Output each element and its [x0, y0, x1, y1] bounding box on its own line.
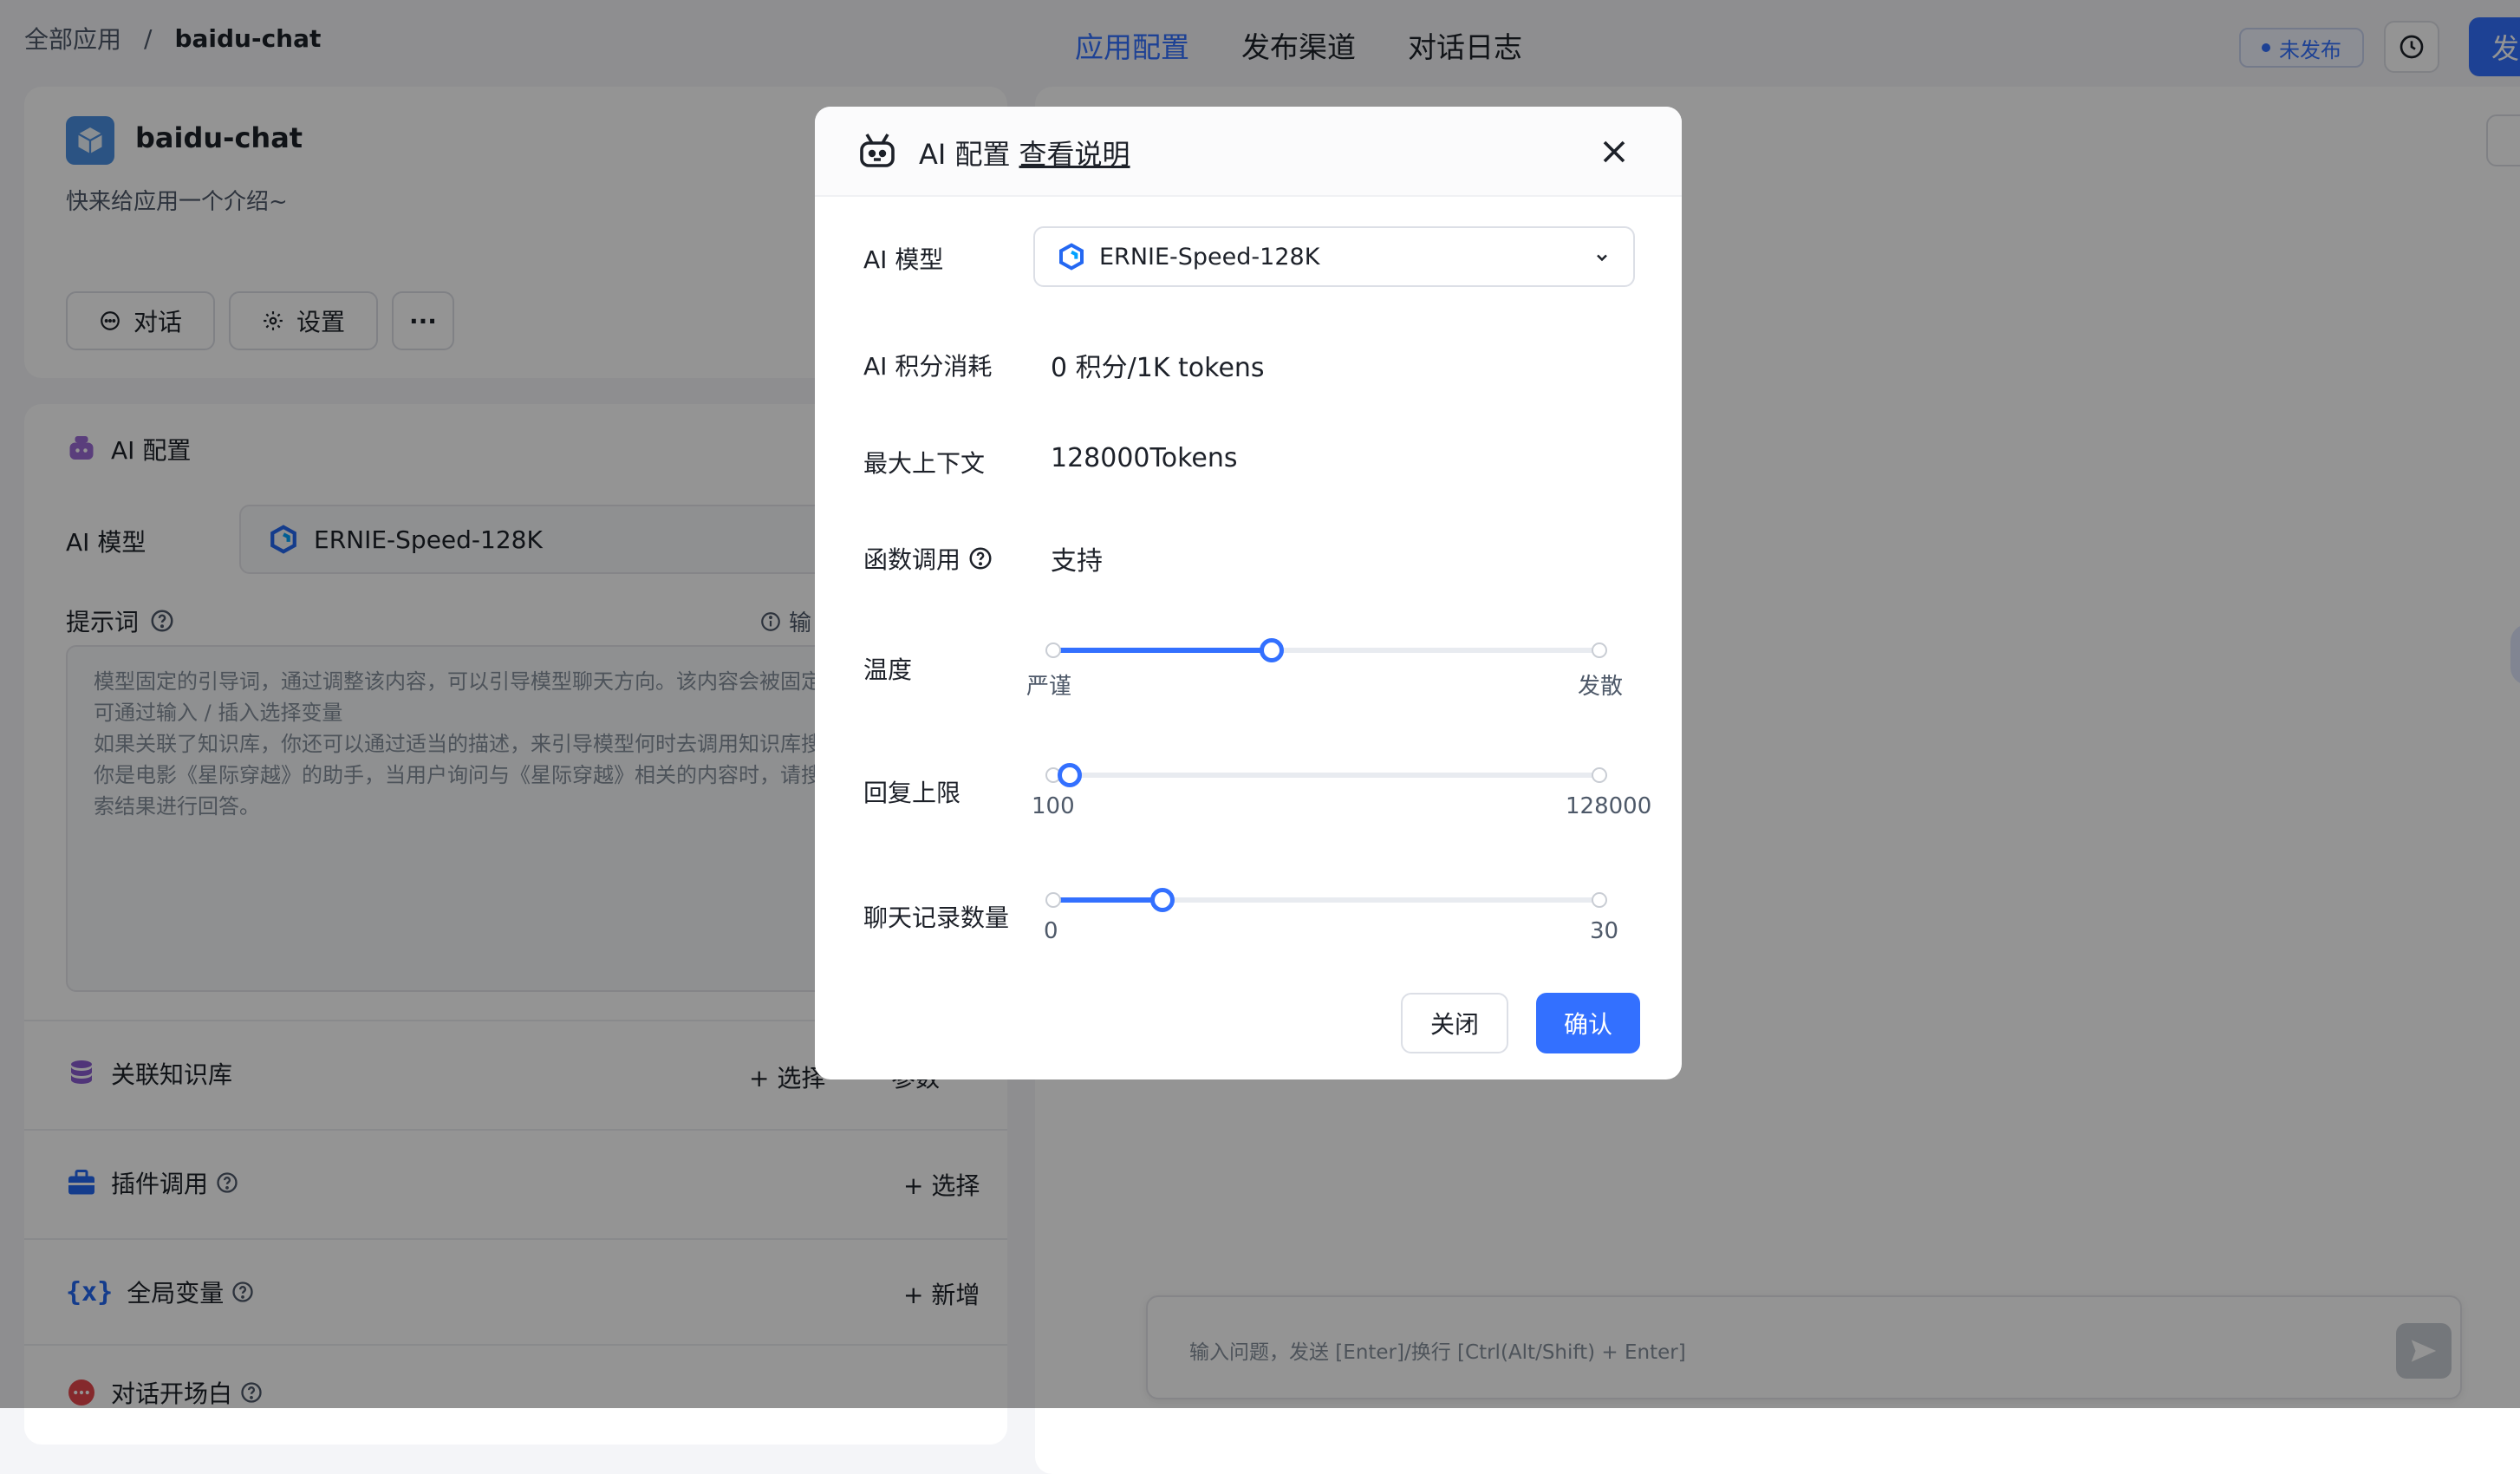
view-docs-link[interactable]: 查看说明 — [1019, 138, 1130, 171]
points-label: AI 积分消耗 — [863, 352, 993, 381]
robot-outline-icon — [856, 129, 898, 171]
modal-title-text: AI 配置 — [919, 138, 1011, 171]
function-call-label-row: 函数调用 — [863, 541, 993, 576]
temperature-slider[interactable] — [1045, 637, 1607, 663]
ai-config-modal: AI 配置 查看说明 AI 模型 ERNIE-Speed-128K AI 积分消耗… — [815, 107, 1682, 1079]
context-value: 128000Tokens — [1051, 443, 1238, 473]
slider-max-dot — [1592, 767, 1607, 783]
modal-confirm-button[interactable]: 确认 — [1536, 993, 1640, 1053]
history-min-label: 0 — [1044, 918, 1058, 944]
modal-model-select[interactable]: ERNIE-Speed-128K — [1033, 226, 1635, 287]
modal-model-label: AI 模型 — [863, 245, 944, 274]
modal-confirm-button-label: 确认 — [1563, 1010, 1612, 1039]
slider-fill — [1053, 897, 1162, 903]
temperature-min-label: 严谨 — [1026, 674, 1072, 700]
slider-max-dot — [1592, 642, 1607, 658]
question-circle-icon[interactable] — [967, 545, 993, 571]
slider-thumb[interactable] — [1260, 638, 1284, 662]
temperature-label: 温度 — [863, 655, 913, 684]
modal-close-button[interactable]: 关闭 — [1401, 993, 1508, 1053]
slider-max-dot — [1592, 892, 1607, 908]
max-reply-min-label: 100 — [1032, 793, 1075, 819]
slider-fill — [1053, 648, 1272, 653]
function-call-value: 支持 — [1051, 546, 1103, 577]
max-reply-slider[interactable] — [1045, 762, 1607, 788]
max-reply-max-label: 128000 — [1566, 793, 1652, 819]
points-value: 0 积分/1K tokens — [1051, 353, 1265, 383]
close-icon[interactable] — [1595, 133, 1633, 171]
chevron-down-icon — [1593, 249, 1611, 266]
temperature-max-label: 发散 — [1578, 674, 1624, 700]
modal-model-value: ERNIE-Speed-128K — [1099, 243, 1320, 271]
slider-thumb[interactable] — [1058, 763, 1082, 787]
slider-thumb[interactable] — [1150, 888, 1175, 912]
history-count-label: 聊天记录数量 — [863, 903, 1010, 932]
context-label: 最大上下文 — [863, 449, 986, 478]
history-max-label: 30 — [1590, 918, 1619, 944]
function-call-label: 函数调用 — [863, 545, 961, 574]
history-count-slider[interactable] — [1045, 887, 1607, 913]
max-reply-label: 回复上限 — [863, 779, 961, 807]
slider-min-dot — [1045, 892, 1061, 908]
modal-title: AI 配置 查看说明 — [919, 133, 1130, 173]
ernie-model-icon — [1058, 243, 1085, 271]
modal-close-button-label: 关闭 — [1429, 1010, 1479, 1039]
slider-min-dot — [1045, 642, 1061, 658]
slider-track — [1053, 773, 1599, 778]
